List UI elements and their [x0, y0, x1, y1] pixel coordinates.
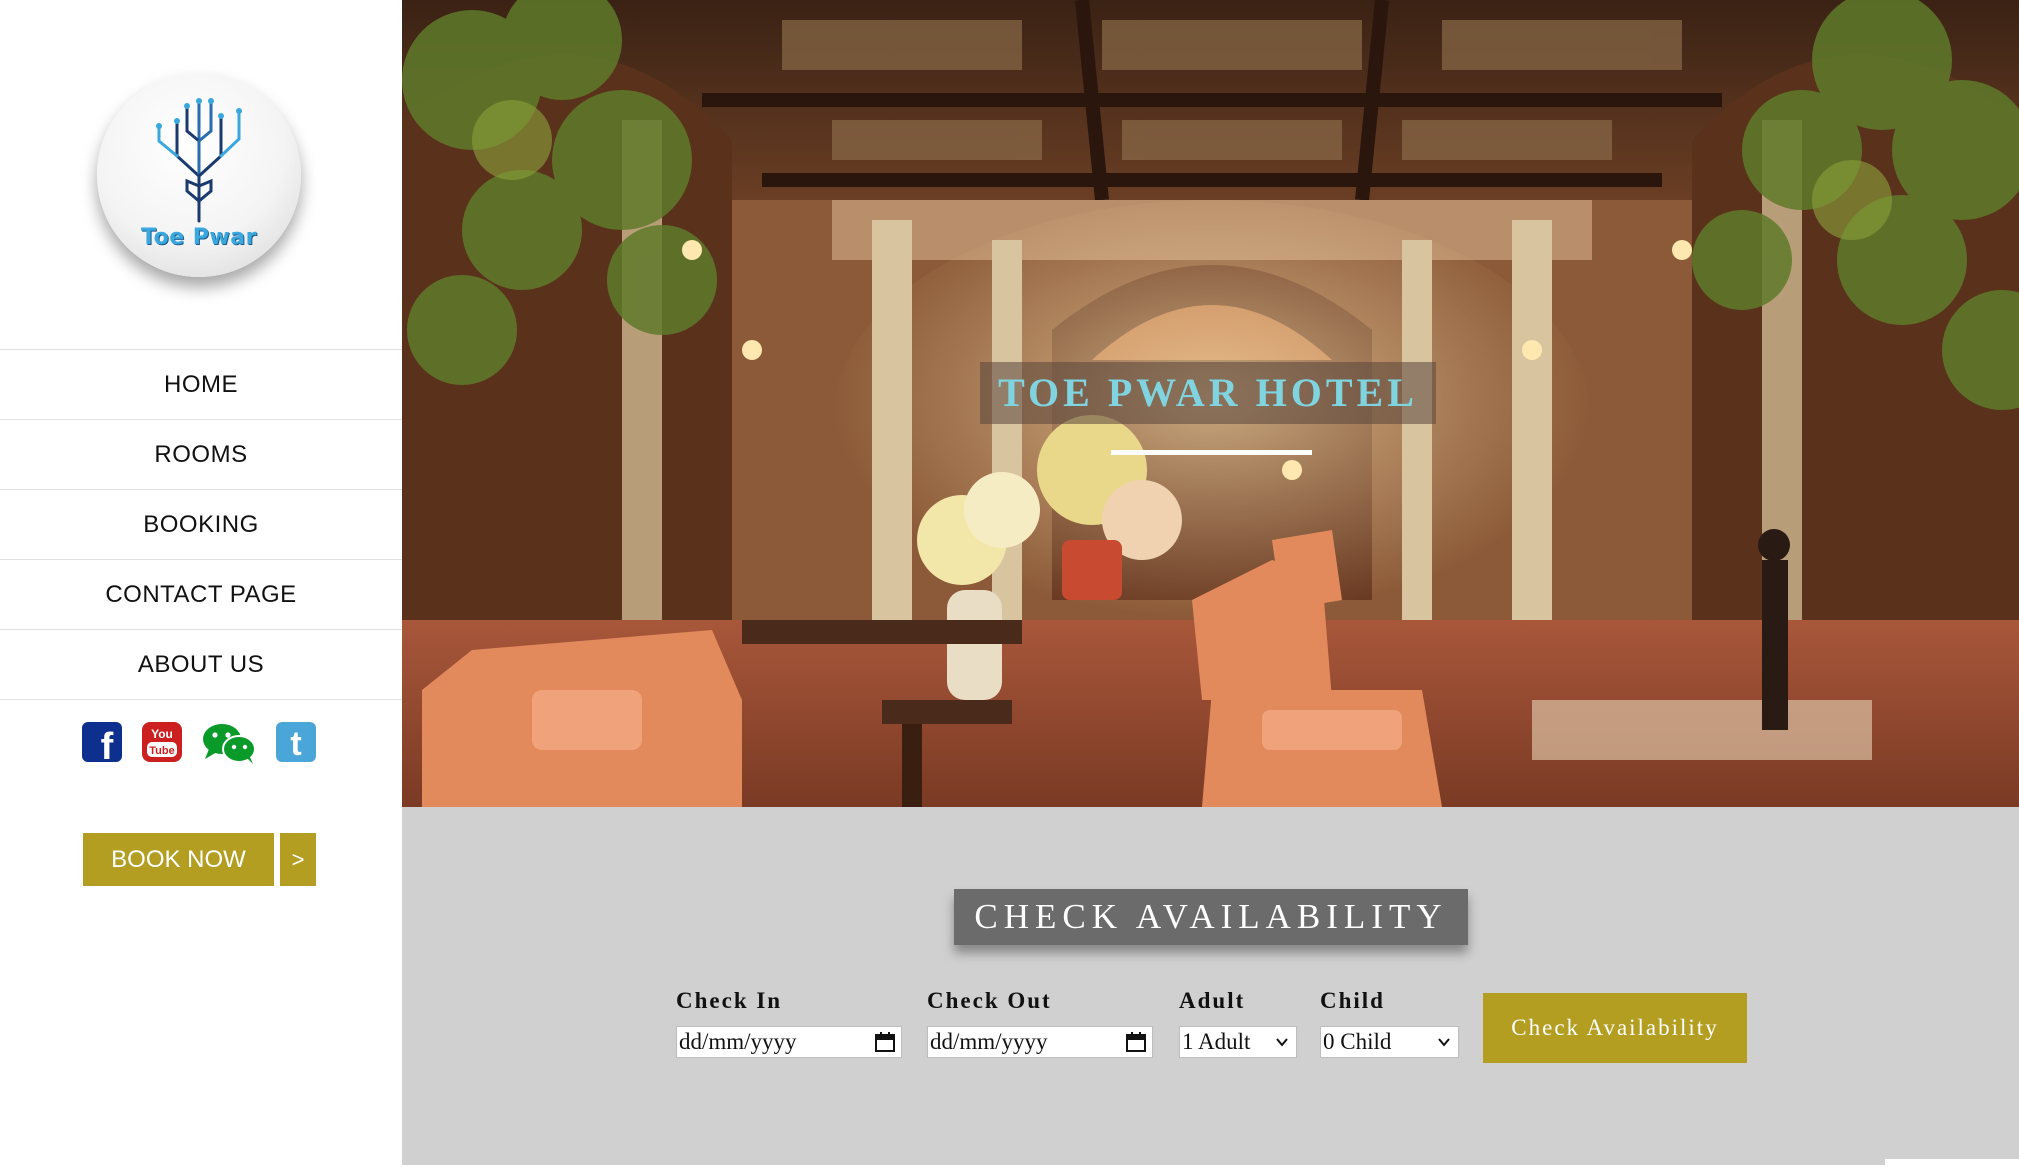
- child-select[interactable]: 0 Child: [1320, 1026, 1459, 1058]
- check-in-value: dd/mm/yyyy: [679, 1029, 797, 1054]
- check-out-input[interactable]: dd/mm/yyyy: [927, 1026, 1153, 1058]
- check-out-label: Check Out: [927, 988, 1052, 1013]
- youtube-icon[interactable]: You Tube: [141, 721, 183, 763]
- book-now-arrow-button[interactable]: >: [280, 833, 316, 886]
- social-links: f You Tube t: [81, 721, 321, 768]
- check-in-label: Check In: [676, 988, 783, 1013]
- hero-title: TOE PWAR HOTEL: [998, 370, 1418, 415]
- logo[interactable]: Toe Pwar: [97, 73, 301, 277]
- facebook-glyph: f: [101, 726, 114, 763]
- nav-item-booking[interactable]: BOOKING: [0, 490, 402, 560]
- calendar-icon[interactable]: [1125, 1031, 1147, 1053]
- adult-value: 1 Adult: [1182, 1029, 1251, 1054]
- wechat-icon[interactable]: [201, 721, 257, 764]
- adult-select[interactable]: 1 Adult: [1179, 1026, 1297, 1058]
- chevron-down-icon: [1276, 1038, 1288, 1047]
- tumblr-icon[interactable]: t: [275, 721, 317, 763]
- tumblr-glyph: t: [290, 725, 301, 763]
- child-label: Child: [1320, 988, 1385, 1013]
- check-in-input[interactable]: dd/mm/yyyy: [676, 1026, 902, 1058]
- logo-text: Toe Pwar: [141, 225, 257, 250]
- nav-item-about[interactable]: ABOUT US: [0, 630, 402, 700]
- panel-edge: [1885, 1159, 2019, 1165]
- youtube-glyph-bottom: Tube: [149, 745, 174, 757]
- nav-item-home[interactable]: HOME: [0, 350, 402, 420]
- book-now-button[interactable]: BOOK NOW: [83, 833, 274, 886]
- calendar-icon[interactable]: [874, 1031, 896, 1053]
- availability-panel: CHECK AVAILABILITY Check In dd/mm/yyyy C…: [402, 807, 2019, 1165]
- hero-title-underline: [1111, 450, 1312, 455]
- youtube-glyph-top: You: [151, 727, 173, 741]
- availability-title: CHECK AVAILABILITY: [954, 889, 1468, 945]
- child-value: 0 Child: [1323, 1029, 1392, 1054]
- chevron-down-icon: [1438, 1038, 1450, 1047]
- main-nav: HOME ROOMS BOOKING CONTACT PAGE ABOUT US: [0, 349, 402, 700]
- hero-banner: TOE PWAR HOTEL: [402, 0, 2019, 807]
- nav-item-rooms[interactable]: ROOMS: [0, 420, 402, 490]
- nav-item-contact[interactable]: CONTACT PAGE: [0, 560, 402, 630]
- check-out-value: dd/mm/yyyy: [930, 1029, 1048, 1054]
- circuit-tree-icon: [156, 98, 242, 223]
- facebook-icon[interactable]: f: [81, 721, 123, 768]
- sidebar: Toe Pwar HOME ROOMS BOOKING CONTACT PAGE…: [0, 0, 402, 1167]
- check-availability-button[interactable]: Check Availability: [1483, 993, 1747, 1063]
- adult-label: Adult: [1179, 988, 1246, 1013]
